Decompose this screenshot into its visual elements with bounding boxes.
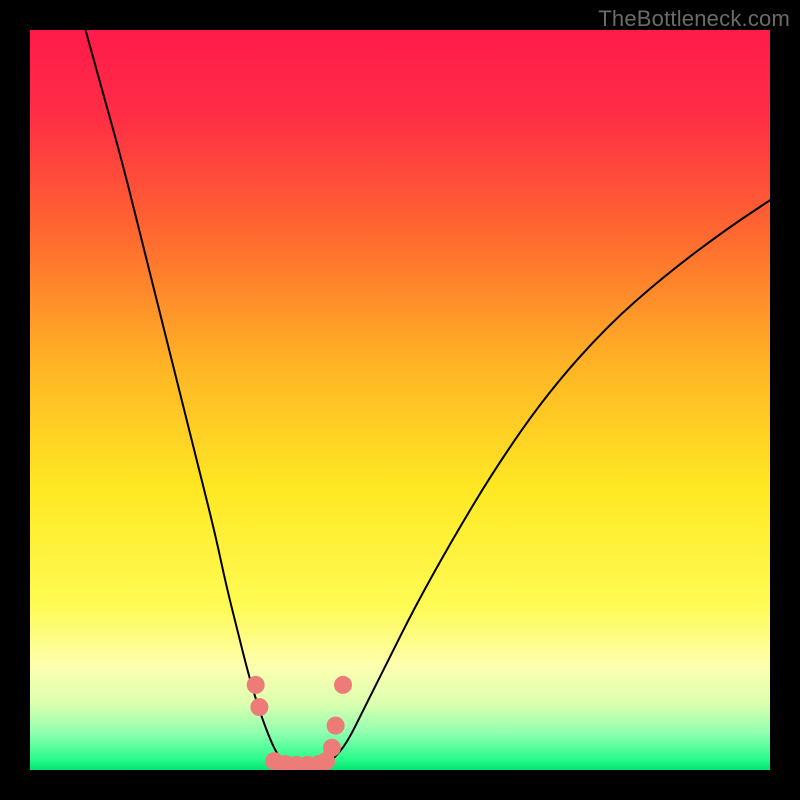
dot-bottom-dots [327,717,345,735]
dot-upper-dots [334,676,352,694]
dot-bottom-dots [250,698,268,716]
bottleneck-chart [30,30,770,770]
watermark-text: TheBottleneck.com [598,6,790,32]
chart-background [30,30,770,770]
dot-bottom-dots [323,739,341,757]
dot-bottom-dots [247,676,265,694]
chart-frame [30,30,770,770]
